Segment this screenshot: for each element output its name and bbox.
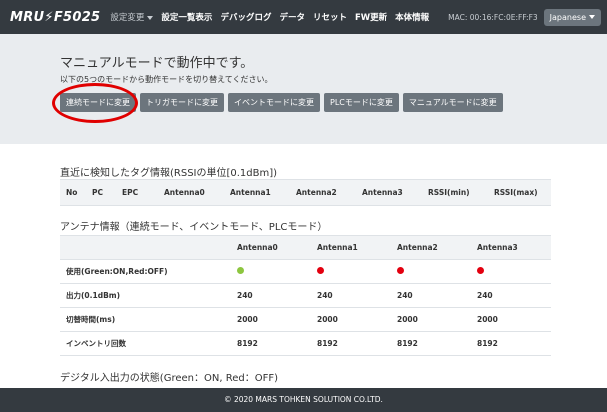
table-row: 出力(0.1dBm) 240 240 240 240 — [60, 283, 551, 308]
cell-value: 8192 — [231, 331, 311, 356]
cell-value: 240 — [391, 283, 471, 308]
row-label: 使用(Green:ON,Red:OFF) — [60, 259, 231, 284]
manual-mode-button[interactable]: マニュアルモードに変更 — [402, 93, 503, 112]
antenna-col-label — [60, 235, 231, 260]
tag-col-antenna0: Antenna0 — [158, 179, 224, 206]
nav-debug-log[interactable]: デバッグログ — [220, 11, 271, 23]
tag-table: No PC EPC Antenna0 Antenna1 Antenna2 Ant… — [60, 179, 551, 206]
navbar: MRU⚡F5025 設定変更 設定一覧表示 デバッグログ データ リセット FW… — [0, 0, 607, 34]
table-row: インベントリ回数 8192 8192 8192 8192 — [60, 331, 551, 356]
cell-value: 2000 — [311, 307, 391, 332]
status-dot-icon — [237, 267, 244, 274]
io-section-title: デジタル入出力の状態(Green：ON, Red：OFF) — [60, 373, 278, 384]
tag-col-rssi-min: RSSI(min) — [422, 179, 488, 206]
row-label: インベントリ回数 — [60, 331, 231, 356]
tag-col-antenna2: Antenna2 — [290, 179, 356, 206]
antenna-col-0: Antenna0 — [231, 235, 311, 260]
mode-button-group: 連続モードに変更 トリガモードに変更 イベントモードに変更 PLCモードに変更 … — [60, 93, 607, 112]
highlight-annotation — [52, 83, 138, 123]
antenna-table: Antenna0 Antenna1 Antenna2 Antenna3 使用(G… — [60, 235, 551, 356]
trigger-mode-button[interactable]: トリガモードに変更 — [140, 93, 224, 112]
tag-col-no: No — [60, 179, 86, 206]
cell-value: 8192 — [391, 331, 471, 356]
nav-fw-update[interactable]: FW更新 — [355, 11, 387, 23]
mac-address: MAC: 00:16:FC:0E:FF:F3 — [448, 12, 538, 22]
cell-value: 2000 — [471, 307, 551, 332]
tag-col-rssi-max: RSSI(max) — [488, 179, 551, 206]
cell-value: 2000 — [391, 307, 471, 332]
nav-settings-change[interactable]: 設定変更 — [110, 11, 154, 23]
table-row: 切替時間(ms) 2000 2000 2000 2000 — [60, 307, 551, 332]
tag-col-epc: EPC — [116, 179, 158, 206]
antenna-col-2: Antenna2 — [391, 235, 471, 260]
cell-value: 240 — [471, 283, 551, 308]
mode-status-subtitle: 以下の5つのモードから動作モードを切り替えてください。 — [60, 75, 273, 84]
status-dot-icon — [317, 267, 324, 274]
plc-mode-button[interactable]: PLCモードに変更 — [324, 93, 399, 112]
antenna-section-title: アンテナ情報（連続モード、イベントモード、PLCモード） — [60, 222, 328, 233]
tag-col-antenna3: Antenna3 — [356, 179, 422, 206]
cell-value: 240 — [311, 283, 391, 308]
row-label: 出力(0.1dBm) — [60, 283, 231, 308]
tag-col-antenna1: Antenna1 — [224, 179, 290, 206]
mode-status-title: マニュアルモードで動作中です。 — [60, 56, 254, 71]
nav-reset[interactable]: リセット — [313, 11, 347, 23]
antenna-col-1: Antenna1 — [311, 235, 391, 260]
event-mode-button[interactable]: イベントモードに変更 — [228, 93, 320, 112]
status-dot-icon — [397, 267, 404, 274]
language-dropdown[interactable]: Japanese — [543, 8, 601, 26]
footer: © 2020 MARS TOHKEN SOLUTION CO.LTD. — [0, 388, 607, 412]
row-label: 切替時間(ms) — [60, 307, 231, 332]
nav-settings-list[interactable]: 設定一覧表示 — [161, 11, 212, 23]
chevron-down-icon — [589, 15, 595, 19]
antenna-col-3: Antenna3 — [471, 235, 551, 260]
chevron-down-icon — [147, 15, 154, 20]
tag-section-title: 直近に検知したタグ情報(RSSIの単位[0.1dBm]) — [60, 168, 278, 179]
nav-data[interactable]: データ — [279, 11, 305, 23]
cell-value: 2000 — [231, 307, 311, 332]
table-row: 使用(Green:ON,Red:OFF) — [60, 259, 551, 284]
tag-col-pc: PC — [86, 179, 116, 206]
brand-logo[interactable]: MRU⚡F5025 — [10, 10, 100, 25]
cell-value: 240 — [231, 283, 311, 308]
cell-value: 8192 — [311, 331, 391, 356]
cell-value: 8192 — [471, 331, 551, 356]
status-dot-icon — [477, 267, 484, 274]
nav-device-info[interactable]: 本体情報 — [395, 11, 429, 23]
